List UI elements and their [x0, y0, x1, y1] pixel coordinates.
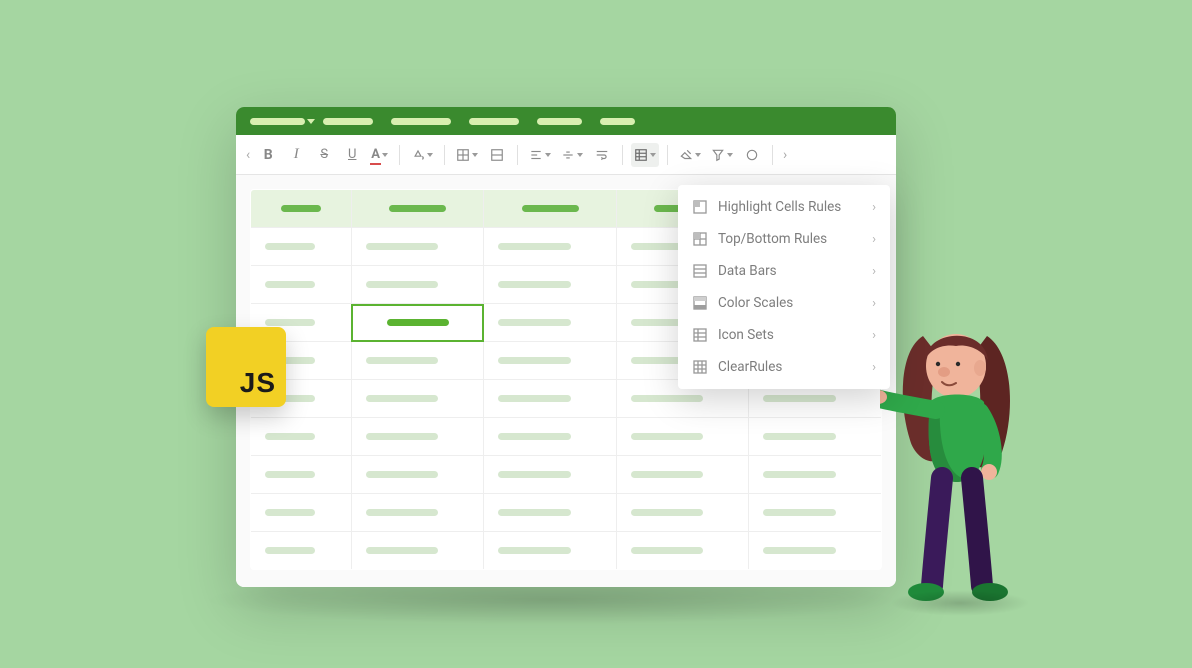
character-illustration: [880, 310, 1050, 610]
cell[interactable]: [351, 342, 484, 380]
menu-item-label: Top/Bottom Rules: [718, 231, 862, 247]
color-scales-icon: [692, 295, 708, 311]
cell[interactable]: [616, 494, 749, 532]
highlight-cells-icon: [692, 199, 708, 215]
menu-item-color-scales[interactable]: Color Scales ›: [678, 287, 890, 319]
fill-color-button[interactable]: [408, 143, 436, 167]
sort-filter-button[interactable]: [708, 143, 736, 167]
cell[interactable]: [484, 456, 617, 494]
cell[interactable]: [351, 532, 484, 570]
chevron-right-icon: ›: [872, 328, 876, 343]
cell[interactable]: [484, 266, 617, 304]
cell[interactable]: [616, 456, 749, 494]
cell[interactable]: [484, 418, 617, 456]
column-header[interactable]: [351, 190, 484, 228]
menu-item-data-bars[interactable]: Data Bars ›: [678, 255, 890, 287]
ribbon-tab[interactable]: [600, 118, 635, 125]
cell[interactable]: [351, 418, 484, 456]
menu-item-label: Color Scales: [718, 295, 862, 311]
cell[interactable]: [616, 532, 749, 570]
icon-sets-icon: [692, 327, 708, 343]
menu-item-label: ClearRules: [718, 359, 862, 375]
chevron-right-icon: ›: [872, 200, 876, 215]
menu-item-icon-sets[interactable]: Icon Sets ›: [678, 319, 890, 351]
cell[interactable]: [749, 456, 882, 494]
cell[interactable]: [351, 228, 484, 266]
menu-item-label: Icon Sets: [718, 327, 862, 343]
wrap-text-button[interactable]: [590, 143, 614, 167]
cell[interactable]: [351, 494, 484, 532]
vertical-align-button[interactable]: [558, 143, 586, 167]
cell[interactable]: [351, 266, 484, 304]
formatting-toolbar: ‹ B I S U A: [236, 135, 896, 175]
cell[interactable]: [484, 380, 617, 418]
cell[interactable]: [484, 532, 617, 570]
scroll-right-icon[interactable]: ›: [781, 147, 789, 163]
data-bars-icon: [692, 263, 708, 279]
menu-item-label: Highlight Cells Rules: [718, 199, 862, 215]
scroll-left-icon[interactable]: ‹: [244, 147, 252, 163]
strikethrough-button[interactable]: S: [312, 143, 336, 167]
borders-button[interactable]: [453, 143, 481, 167]
top-bottom-icon: [692, 231, 708, 247]
column-header[interactable]: [251, 190, 352, 228]
cell[interactable]: [351, 380, 484, 418]
cell[interactable]: [749, 494, 882, 532]
cell[interactable]: [351, 456, 484, 494]
menu-item-clear-rules[interactable]: ClearRules ›: [678, 351, 890, 383]
javascript-badge: JS: [206, 327, 286, 407]
font-color-button[interactable]: A: [368, 143, 391, 167]
ribbon-tab[interactable]: [323, 118, 373, 125]
ribbon-tabs: [236, 107, 896, 135]
chevron-right-icon: ›: [872, 232, 876, 247]
cell[interactable]: [484, 342, 617, 380]
menu-item-highlight-cells-rules[interactable]: Highlight Cells Rules ›: [678, 191, 890, 223]
horizontal-align-button[interactable]: [526, 143, 554, 167]
chevron-right-icon: ›: [872, 264, 876, 279]
javascript-badge-label: JS: [240, 367, 276, 399]
clear-button[interactable]: [676, 143, 704, 167]
ribbon-tab[interactable]: [391, 118, 451, 125]
cell[interactable]: [251, 532, 352, 570]
shape-button[interactable]: [740, 143, 764, 167]
underline-button[interactable]: U: [340, 143, 364, 167]
column-header[interactable]: [484, 190, 617, 228]
cell[interactable]: [484, 494, 617, 532]
ribbon-tab[interactable]: [250, 118, 305, 125]
italic-button[interactable]: I: [284, 143, 308, 167]
cell[interactable]: [251, 266, 352, 304]
cell[interactable]: [484, 304, 617, 342]
cell[interactable]: [749, 532, 882, 570]
merge-cells-button[interactable]: [485, 143, 509, 167]
menu-item-label: Data Bars: [718, 263, 862, 279]
ribbon-tab[interactable]: [469, 118, 519, 125]
conditional-formatting-button[interactable]: [631, 143, 659, 167]
cell[interactable]: [251, 418, 352, 456]
ribbon-tab[interactable]: [537, 118, 582, 125]
conditional-formatting-menu: Highlight Cells Rules › Top/Bottom Rules…: [678, 185, 890, 389]
menu-item-top-bottom-rules[interactable]: Top/Bottom Rules ›: [678, 223, 890, 255]
cell[interactable]: [251, 228, 352, 266]
selected-cell[interactable]: [351, 304, 484, 342]
clear-rules-icon: [692, 359, 708, 375]
cell[interactable]: [749, 418, 882, 456]
cell[interactable]: [616, 418, 749, 456]
cell[interactable]: [251, 456, 352, 494]
bold-button[interactable]: B: [256, 143, 280, 167]
chevron-right-icon: ›: [872, 360, 876, 375]
cell[interactable]: [484, 228, 617, 266]
chevron-right-icon: ›: [872, 296, 876, 311]
cell[interactable]: [251, 494, 352, 532]
